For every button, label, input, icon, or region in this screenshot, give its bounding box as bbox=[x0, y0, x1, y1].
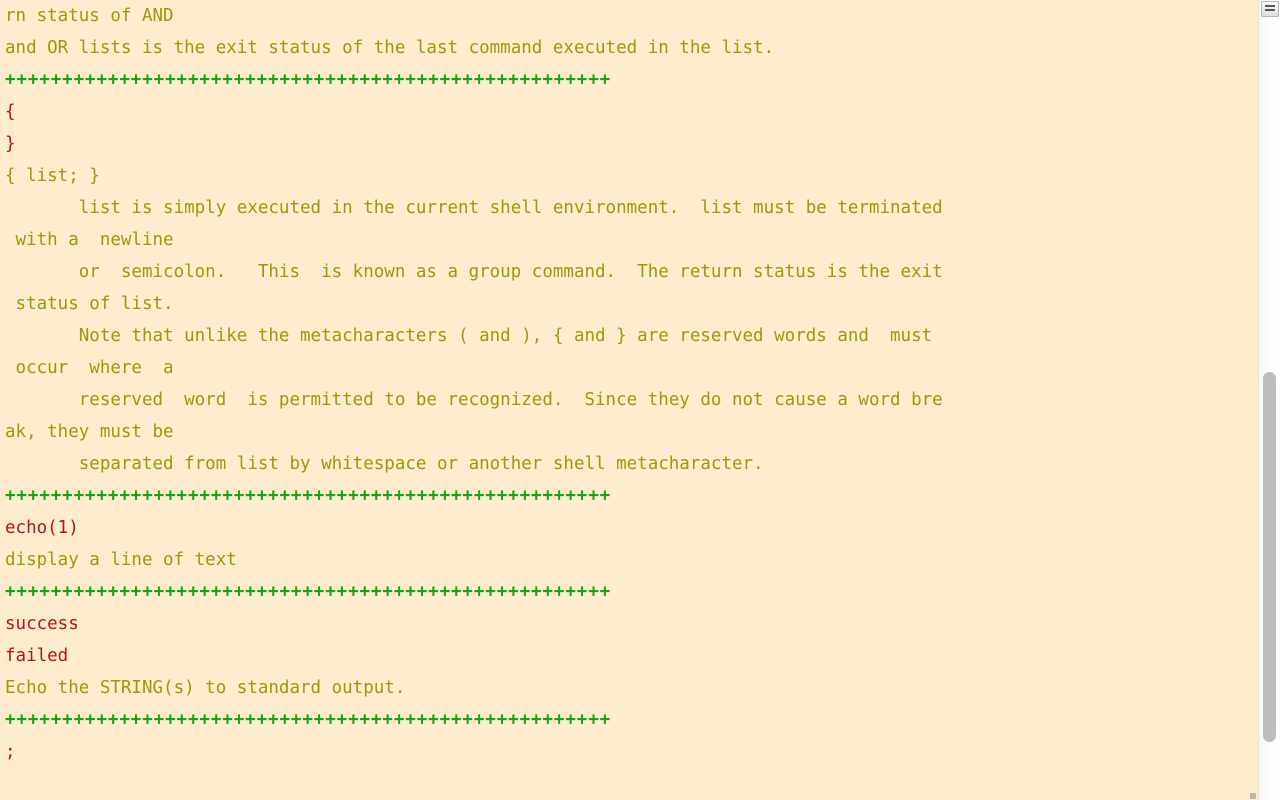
scrollbar-thumb[interactable] bbox=[1263, 372, 1276, 742]
vertical-scrollbar[interactable] bbox=[1258, 0, 1280, 800]
terminal-line: list is simply executed in the current s… bbox=[5, 198, 943, 218]
terminal-line: and OR lists is the exit status of the l… bbox=[5, 38, 775, 58]
terminal-line: } bbox=[5, 134, 16, 154]
terminal-line: success bbox=[5, 614, 79, 634]
terminal-line: { bbox=[5, 102, 16, 122]
corner-resize-grip[interactable] bbox=[1250, 793, 1256, 799]
terminal-output-area[interactable]: rn status of AND and OR lists is the exit… bbox=[0, 0, 1258, 800]
terminal-line: ++++++++++++++++++++++++++++++++++++++++… bbox=[5, 710, 612, 730]
terminal-line: display a line of text bbox=[5, 550, 237, 570]
terminal-line: separated from list by whitespace or ano… bbox=[5, 454, 764, 474]
scrollbar-track-upper[interactable] bbox=[1263, 24, 1276, 370]
terminal-line: Echo the STRING(s) to standard output. bbox=[5, 678, 406, 698]
scrollbar-grip-icon[interactable] bbox=[1261, 1, 1279, 17]
terminal-line: ak, they must be bbox=[5, 422, 174, 442]
terminal-line: ++++++++++++++++++++++++++++++++++++++++… bbox=[5, 486, 612, 506]
terminal-line: ++++++++++++++++++++++++++++++++++++++++… bbox=[5, 70, 612, 90]
terminal-line: { list; } bbox=[5, 166, 100, 186]
terminal-line: or semicolon. This is known as a group c… bbox=[5, 262, 943, 282]
scrollbar-track-lower[interactable] bbox=[1263, 744, 1276, 798]
terminal-line: echo(1) bbox=[5, 518, 79, 538]
grip-lines-icon bbox=[1265, 5, 1275, 13]
terminal-line: failed bbox=[5, 646, 69, 666]
terminal-line: reserved word is permitted to be recogni… bbox=[5, 390, 943, 410]
terminal-line: ++++++++++++++++++++++++++++++++++++++++… bbox=[5, 582, 612, 602]
terminal-line: occur where a bbox=[5, 358, 174, 378]
terminal-line: with a newline bbox=[5, 230, 174, 250]
terminal-window: rn status of AND and OR lists is the exit… bbox=[0, 0, 1280, 800]
terminal-line: status of list. bbox=[5, 294, 174, 314]
terminal-line: Note that unlike the metacharacters ( an… bbox=[5, 326, 933, 346]
terminal-line: rn status of AND bbox=[5, 6, 174, 26]
terminal-line: ; bbox=[5, 742, 16, 762]
